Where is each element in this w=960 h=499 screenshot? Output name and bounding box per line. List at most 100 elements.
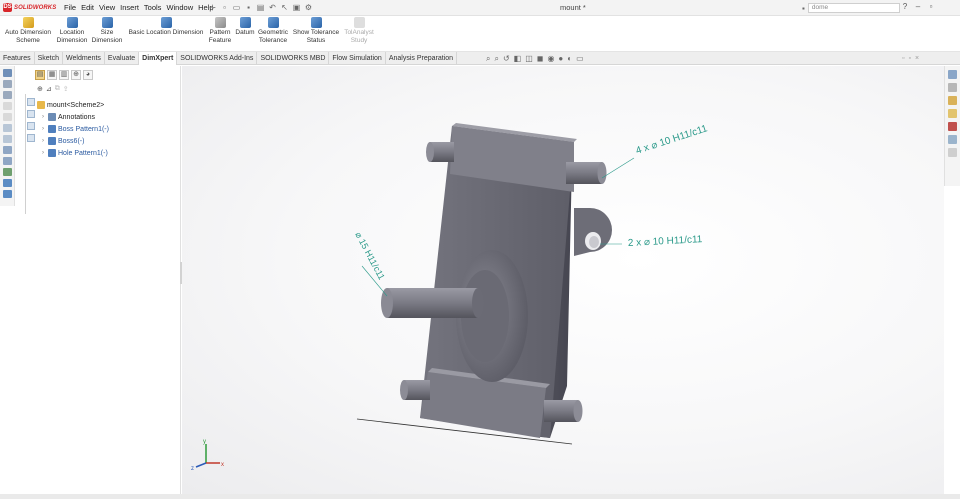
basic-location-dimension-button[interactable]: Basic Location Dimension bbox=[126, 17, 206, 37]
feature-manager-tab-icon[interactable]: ▤ bbox=[35, 70, 45, 80]
tree-control-icon[interactable] bbox=[27, 110, 35, 118]
edit-appearance-icon[interactable]: ● bbox=[558, 53, 563, 64]
annotation-shaft-tolerance[interactable]: ⌀ 15 H11/c11 bbox=[353, 230, 387, 281]
tree-root[interactable]: mount<Scheme2> bbox=[37, 99, 109, 111]
menu-tools[interactable]: Tools bbox=[144, 3, 162, 12]
view-settings-icon[interactable]: ▭ bbox=[576, 53, 584, 64]
search-input[interactable]: dome bbox=[807, 3, 900, 13]
tab-weldments[interactable]: Weldments bbox=[63, 52, 105, 65]
minimize-icon[interactable]: – bbox=[913, 2, 923, 12]
part-icon bbox=[37, 101, 45, 109]
annotations-icon bbox=[48, 113, 56, 121]
home-icon[interactable]: ▪ bbox=[802, 4, 805, 13]
custom-properties-icon[interactable] bbox=[948, 135, 957, 144]
tab-solidworks-addins[interactable]: SOLIDWORKS Add-Ins bbox=[177, 52, 258, 65]
arc-icon[interactable] bbox=[2, 124, 12, 132]
menu-file[interactable]: File bbox=[64, 3, 76, 12]
spline-icon[interactable] bbox=[2, 135, 12, 143]
save-icon[interactable]: ▪ bbox=[244, 3, 253, 12]
configuration-manager-tab-icon[interactable]: ▥ bbox=[59, 70, 69, 80]
previous-view-icon[interactable]: ↺ bbox=[503, 53, 510, 64]
view-orientation-icon[interactable]: ◫ bbox=[525, 53, 533, 64]
resources-icon[interactable] bbox=[948, 83, 957, 92]
tolanalyst-study-button[interactable]: TolAnalyst Study bbox=[342, 17, 376, 45]
menu-view[interactable]: View bbox=[99, 3, 115, 12]
new-document-icon[interactable]: ▫ bbox=[220, 3, 229, 12]
home-icon[interactable] bbox=[948, 70, 957, 79]
circle-icon[interactable] bbox=[2, 113, 12, 121]
smart-dimension-icon[interactable] bbox=[2, 69, 12, 77]
location-dimension-button[interactable]: Location Dimension bbox=[55, 17, 89, 45]
display-style-icon[interactable]: ◼ bbox=[537, 53, 544, 64]
rebuild-icon[interactable]: ▣ bbox=[292, 3, 301, 12]
solidworks-logo[interactable]: DS SOLIDWORKS bbox=[3, 2, 56, 13]
appearances-icon[interactable] bbox=[948, 122, 957, 131]
apply-scene-icon[interactable]: ◐ bbox=[567, 53, 572, 64]
annotation-hole-tolerance[interactable]: 2 x ⌀ 10 H11/c11 bbox=[628, 234, 703, 249]
tree-control-icon[interactable] bbox=[27, 122, 35, 130]
menu-window[interactable]: Window bbox=[166, 3, 193, 12]
move-icon[interactable] bbox=[2, 179, 12, 187]
auto-dimension-scheme-button[interactable]: Auto Dimension Scheme bbox=[2, 17, 54, 45]
tab-features[interactable]: Features bbox=[0, 52, 35, 65]
convert-icon[interactable] bbox=[2, 157, 12, 165]
select-icon[interactable]: ↖ bbox=[280, 3, 289, 12]
options-icon[interactable]: ⚙ bbox=[304, 3, 313, 12]
pin-icon[interactable]: ⊹ bbox=[208, 3, 217, 12]
tree-item-boss-pattern[interactable]: › Boss Pattern1(-) bbox=[42, 123, 109, 135]
line-icon[interactable] bbox=[2, 91, 12, 99]
copy-scheme-icon[interactable]: ⧉ bbox=[55, 85, 60, 93]
tree-item-hole-pattern[interactable]: › Hole Pattern1(-) bbox=[42, 147, 109, 159]
tree-control-icon[interactable] bbox=[27, 98, 35, 106]
tab-sketch[interactable]: Sketch bbox=[35, 52, 64, 65]
import-scheme-icon[interactable]: ⇪ bbox=[63, 85, 69, 93]
section-view-icon[interactable]: ◧ bbox=[514, 53, 522, 64]
property-manager-tab-icon[interactable]: ▦ bbox=[47, 70, 57, 80]
relation-icon[interactable] bbox=[2, 168, 12, 176]
display-manager-tab-icon[interactable]: ◕ bbox=[83, 70, 93, 80]
dimxpert-manager-tab-icon[interactable]: ⊕ bbox=[71, 70, 81, 80]
tab-evaluate[interactable]: Evaluate bbox=[105, 52, 140, 65]
datum-button[interactable]: Datum bbox=[234, 17, 256, 37]
zoom-to-fit-icon[interactable]: ⌕ bbox=[486, 53, 490, 64]
undo-icon[interactable]: ↶ bbox=[268, 3, 277, 12]
show-tolerance-status-button[interactable]: Show Tolerance Status bbox=[291, 17, 341, 45]
print-icon[interactable]: ▤ bbox=[256, 3, 265, 12]
tree-item-annotations[interactable]: › Annotations bbox=[42, 111, 109, 123]
graphics-area[interactable]: 4 x ⌀ 10 H11/c11 2 x ⌀ 10 H11/c11 ⌀ 15 H… bbox=[182, 66, 944, 494]
tolanalyst-icon bbox=[353, 17, 365, 28]
tab-analysis-preparation[interactable]: Analysis Preparation bbox=[386, 52, 458, 65]
restore-icon[interactable]: ▫ bbox=[926, 2, 936, 12]
viewport-restore-icon[interactable]: ▫ bbox=[908, 53, 910, 64]
more-tools-icon[interactable] bbox=[2, 190, 12, 198]
boss-icon bbox=[48, 137, 56, 145]
show-tolerance-icon[interactable]: ⊕ bbox=[37, 85, 43, 93]
tree-item-boss[interactable]: › Boss6(-) bbox=[42, 135, 109, 147]
sketch-icon[interactable] bbox=[2, 80, 12, 88]
annotation-pin-tolerance[interactable]: 4 x ⌀ 10 H11/c11 bbox=[635, 123, 710, 157]
pattern-feature-button[interactable]: Pattern Feature bbox=[207, 17, 233, 45]
tab-flow-simulation[interactable]: Flow Simulation bbox=[329, 52, 386, 65]
size-dimension-button[interactable]: Size Dimension bbox=[90, 17, 124, 45]
collapse-icon[interactable] bbox=[948, 148, 957, 157]
tab-solidworks-mbd[interactable]: SOLIDWORKS MBD bbox=[257, 52, 330, 65]
filter-icon[interactable]: ⊿ bbox=[46, 85, 52, 93]
open-icon[interactable]: ▭ bbox=[232, 3, 241, 12]
task-pane bbox=[944, 66, 960, 186]
help-icon[interactable]: ? bbox=[900, 2, 910, 12]
hide-show-icon[interactable]: ◉ bbox=[547, 53, 554, 64]
viewport-close-icon[interactable]: × bbox=[915, 53, 919, 64]
model-view[interactable]: 4 x ⌀ 10 H11/c11 2 x ⌀ 10 H11/c11 ⌀ 15 H… bbox=[182, 66, 944, 494]
file-explorer-icon[interactable] bbox=[948, 109, 957, 118]
tree-control-icon[interactable] bbox=[27, 134, 35, 142]
rectangle-icon[interactable] bbox=[2, 102, 12, 110]
zoom-area-icon[interactable]: ⌕ bbox=[494, 53, 498, 64]
menu-edit[interactable]: Edit bbox=[81, 3, 94, 12]
geometric-tolerance-button[interactable]: Geometric Tolerance bbox=[257, 17, 289, 45]
trim-icon[interactable] bbox=[2, 146, 12, 154]
menu-insert[interactable]: Insert bbox=[120, 3, 139, 12]
menu-bar: File Edit View Insert Tools Window Help bbox=[64, 3, 214, 12]
design-library-icon[interactable] bbox=[948, 96, 957, 105]
viewport-minimize-icon[interactable]: ▫ bbox=[902, 53, 904, 64]
tab-dimxpert[interactable]: DimXpert bbox=[139, 52, 178, 65]
